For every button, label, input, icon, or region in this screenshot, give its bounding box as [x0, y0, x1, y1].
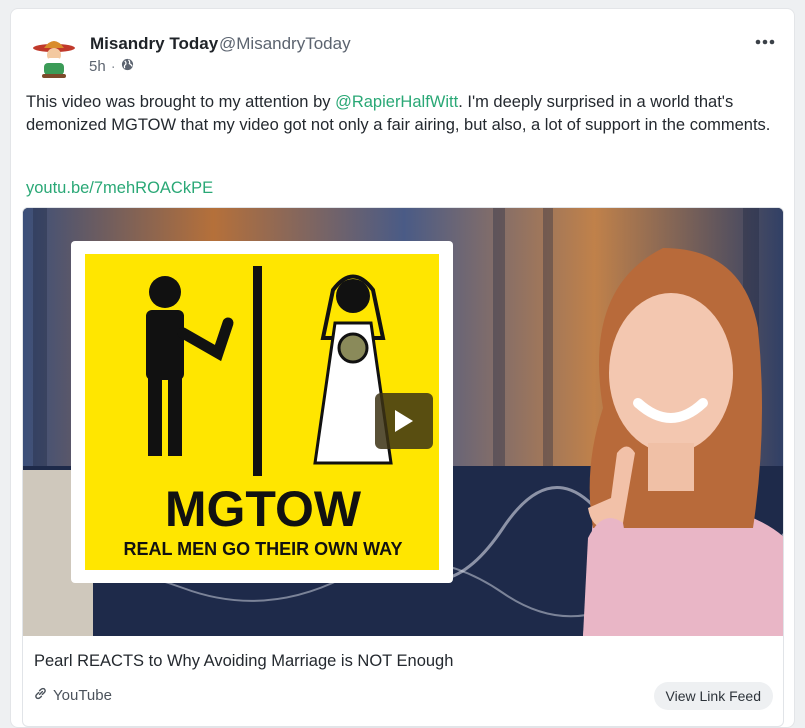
link-icon: [34, 687, 47, 704]
post-card: Misandry Today @MisandryToday 5h · This …: [10, 8, 795, 728]
source-label: YouTube: [53, 687, 112, 704]
globe-icon: [121, 58, 134, 75]
meta-separator: ·: [110, 58, 116, 75]
post-text-before: This video was brought to my attention b…: [26, 93, 336, 111]
view-link-feed-button[interactable]: View Link Feed: [653, 682, 773, 710]
post-body: This video was brought to my attention b…: [26, 91, 771, 137]
author-name[interactable]: Misandry Today: [90, 34, 218, 54]
video-title[interactable]: Pearl REACTS to Why Avoiding Marriage is…: [34, 652, 453, 671]
play-button[interactable]: [375, 393, 433, 449]
post-time[interactable]: 5h: [89, 58, 106, 75]
video-url-link[interactable]: youtu.be/7mehROACkPE: [26, 179, 213, 198]
more-options-button[interactable]: [752, 29, 778, 55]
thumbnail-subheading: REAL MEN GO THEIR OWN WAY: [123, 539, 402, 559]
play-icon: [395, 410, 413, 432]
avatar[interactable]: [29, 31, 79, 81]
post-meta: 5h ·: [89, 58, 134, 75]
avatar-image: [29, 31, 79, 81]
link-preview-card[interactable]: MGTOW REAL MEN GO THEIR OWN WAY Pearl RE…: [22, 207, 784, 727]
mention-link[interactable]: @RapierHalfWitt: [335, 93, 458, 111]
author-handle[interactable]: @MisandryToday: [219, 34, 351, 54]
thumbnail-heading: MGTOW: [165, 481, 362, 537]
video-source: YouTube: [34, 687, 112, 704]
more-icon: [755, 39, 775, 45]
video-thumbnail[interactable]: MGTOW REAL MEN GO THEIR OWN WAY: [23, 208, 783, 636]
